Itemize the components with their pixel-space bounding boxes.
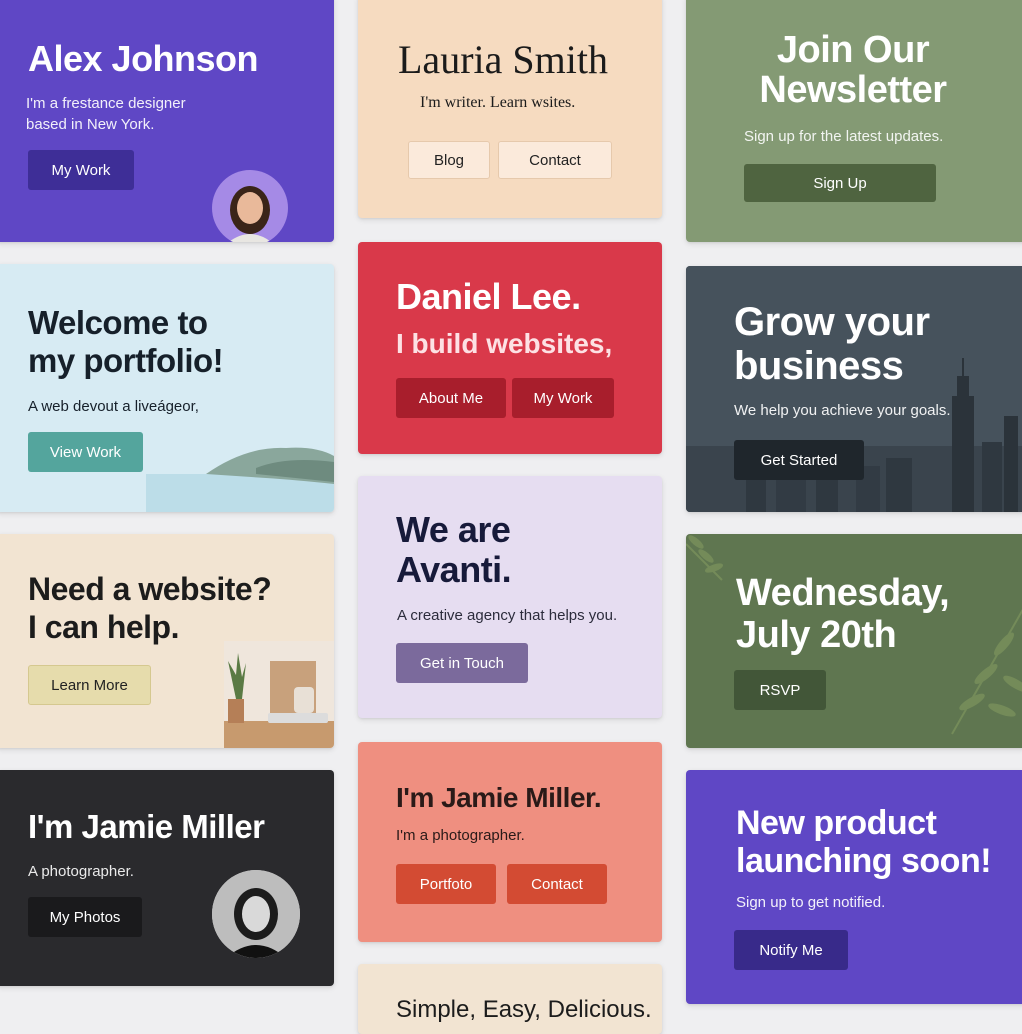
card-subtitle: Sign up for the latest updates. [744,128,944,145]
card-subtitle: Sign up to get notified. [736,894,886,911]
card-title-line2: July 20th [736,614,897,656]
card-avanti: We are Avanti. A creative agency that he… [358,476,662,718]
about-me-button[interactable]: About Me [396,378,506,418]
card-bio-line1: I'm a frestance designer [26,95,186,112]
contact-button[interactable]: Contact [507,864,607,904]
card-title: Simple, Easy, Delicious. [396,996,652,1023]
card-title: Alex Johnson [28,38,259,79]
card-welcome-portfolio: Welcome to my portfolio! A web devout a … [0,264,334,512]
card-title-line2: Newsletter [759,69,947,111]
card-subtitle: A web devout a liveágeor, [28,398,199,415]
card-title: Lauria Smith [398,37,608,82]
card-grow-business: Grow your business We help you achieve y… [686,266,1022,512]
card-title-line2: my portfolio! [28,342,224,379]
avatar [212,170,288,242]
card-title-line1: New product [736,804,937,842]
card-title-line2: launching soon! [736,842,992,880]
card-subtitle: A photographer. [28,863,134,880]
sign-up-button[interactable]: Sign Up [744,164,936,202]
my-photos-button[interactable]: My Photos [28,897,142,937]
card-bio-line2: based in New York. [26,116,155,133]
card-newsletter: Join Our Newsletter Sign up for the late… [686,0,1022,242]
portrait-icon [228,186,272,242]
card-wednesday-event: Wednesday, July 20th RSVP [686,534,1022,748]
avatar [212,870,300,958]
notify-me-button[interactable]: Notify Me [734,930,848,970]
card-subtitle: I'm a photographer. [396,827,525,844]
blog-button[interactable]: Blog [408,141,490,179]
get-started-button[interactable]: Get Started [734,440,864,480]
card-title-line1: Grow your [734,300,930,344]
card-title-line2: I can help. [28,609,179,645]
portrait-icon [212,870,300,958]
card-title-line1: Need a website? [28,571,272,607]
card-jamie-miller-salmon: I'm Jamie Miller. I'm a photographer. Po… [358,742,662,942]
card-alex-johnson: Alex Johnson I'm a frestance designer ba… [0,0,334,242]
card-title-line1: We are [396,509,511,550]
card-tagline: I build websites, [396,328,613,359]
my-work-button[interactable]: My Work [512,378,614,418]
card-jamie-miller-dark: I'm Jamie Miller A photographer. My Phot… [0,770,334,986]
card-title: Daniel Lee. [396,276,581,317]
get-in-touch-button[interactable]: Get in Touch [396,643,528,683]
card-subtitle: We help you achieve your goals. [734,402,951,419]
card-title-line1: Wednesday, [736,572,950,614]
card-title-line2: Avanti. [396,549,512,590]
card-tagline: I'm writer. Learn wsites. [420,94,576,111]
view-work-button[interactable]: View Work [28,432,143,472]
card-new-product: New product launching soon! Sign up to g… [686,770,1022,1004]
coastline-image [146,434,334,512]
card-title: I'm Jamie Miller. [396,782,602,813]
card-daniel-lee: Daniel Lee. I build websites, About Me M… [358,242,662,454]
card-lauria-smith: Lauria Smith I'm writer. Learn wsites. B… [358,0,662,218]
card-title-line1: Welcome to [28,304,208,341]
card-title: I'm Jamie Miller [28,808,265,845]
desk-photo-image [224,641,334,748]
my-work-button[interactable]: My Work [28,150,134,190]
card-need-website: Need a website? I can help. Learn More [0,534,334,748]
rsvp-button[interactable]: RSVP [734,670,826,710]
learn-more-button[interactable]: Learn More [28,665,151,705]
card-simple-easy: Simple, Easy, Delicious. [358,964,662,1034]
portfoto-button[interactable]: Portfoto [396,864,496,904]
card-subtitle: A creative agency that helps you. [397,607,618,624]
card-title-line2: business [734,344,904,388]
card-title-line1: Join Our [776,29,930,71]
contact-button[interactable]: Contact [498,141,612,179]
